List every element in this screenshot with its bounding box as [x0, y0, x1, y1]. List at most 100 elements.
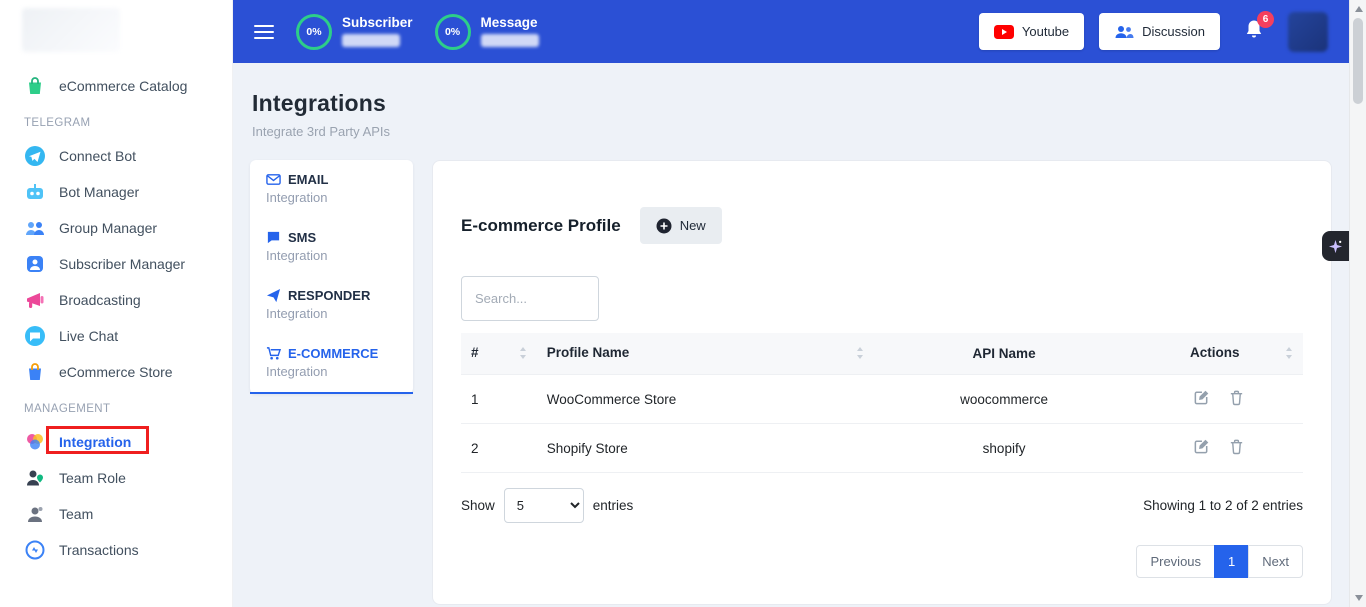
row-number: 1 — [461, 375, 537, 424]
tab-ecommerce-integration[interactable]: E-COMMERCE Integration — [250, 334, 413, 394]
page-subtitle: Integrate 3rd Party APIs — [252, 124, 1332, 139]
column-header-profile-name[interactable]: Profile Name — [537, 333, 874, 375]
discussion-button-label: Discussion — [1142, 24, 1205, 39]
sidebar-item-integration[interactable]: Integration — [0, 424, 232, 460]
megaphone-icon — [24, 289, 46, 311]
telegram-icon — [24, 145, 46, 167]
tab-subtitle: Integration — [266, 248, 397, 263]
tab-subtitle: Integration — [266, 190, 397, 205]
discussion-button[interactable]: Discussion — [1099, 13, 1220, 50]
robot-icon — [24, 181, 46, 203]
sidebar-item-label: Bot Manager — [59, 181, 139, 203]
team-role-icon — [24, 467, 46, 489]
message-stat: 0% Message — [435, 14, 539, 50]
page-size-select[interactable]: 5 — [504, 488, 584, 523]
pagination-page-1-button[interactable]: 1 — [1214, 545, 1249, 578]
sidebar: eCommerce Catalog TELEGRAM Connect Bot B… — [0, 0, 233, 607]
search-input[interactable] — [461, 276, 599, 321]
panel-title: E-commerce Profile — [461, 216, 621, 236]
pagination: Previous 1 Next — [461, 545, 1303, 578]
column-header-actions[interactable]: Actions — [1135, 333, 1303, 375]
message-progress-ring: 0% — [435, 14, 471, 50]
transactions-icon — [24, 539, 46, 561]
sidebar-item-label: Connect Bot — [59, 145, 136, 167]
sidebar-item-transactions[interactable]: Transactions — [0, 532, 232, 568]
message-stat-label: Message — [481, 16, 539, 29]
group-icon — [24, 217, 46, 239]
api-name-cell: woocommerce — [874, 375, 1135, 424]
edit-button[interactable] — [1186, 438, 1217, 458]
sidebar-item-broadcasting[interactable]: Broadcasting — [0, 282, 232, 318]
column-header-num[interactable]: # — [461, 333, 537, 375]
scroll-up-arrow-icon[interactable] — [1355, 6, 1363, 12]
delete-button[interactable] — [1221, 438, 1252, 458]
profile-name-cell: Shopify Store — [537, 424, 874, 473]
sort-icon — [519, 347, 527, 362]
assistant-widget-button[interactable] — [1322, 231, 1349, 261]
shopping-bag-icon — [24, 75, 46, 97]
sidebar-item-ecommerce-store[interactable]: eCommerce Store — [0, 354, 232, 390]
cart-icon — [266, 346, 281, 361]
row-number: 2 — [461, 424, 537, 473]
app-logo — [22, 8, 120, 52]
sidebar-item-label: eCommerce Catalog — [59, 75, 187, 97]
notifications-bell-icon[interactable]: 6 — [1243, 18, 1265, 45]
email-icon — [266, 172, 281, 187]
delete-button[interactable] — [1221, 389, 1252, 409]
sidebar-item-group-manager[interactable]: Group Manager — [0, 210, 232, 246]
discussion-people-icon — [1114, 24, 1134, 40]
sidebar-item-connect-bot[interactable]: Connect Bot — [0, 138, 232, 174]
sidebar-item-subscriber-manager[interactable]: Subscriber Manager — [0, 246, 232, 282]
table-row: 1 WooCommerce Store woocommerce — [461, 375, 1303, 424]
column-header-api-name[interactable]: API Name — [874, 333, 1135, 375]
sidebar-item-label: eCommerce Store — [59, 361, 173, 383]
main-content: Integrations Integrate 3rd Party APIs EM… — [233, 63, 1349, 607]
table-row: 2 Shopify Store shopify — [461, 424, 1303, 473]
show-label: Show — [461, 498, 495, 513]
tab-sms-integration[interactable]: SMS Integration — [250, 218, 413, 276]
subscriber-stat-label: Subscriber — [342, 16, 413, 29]
tab-subtitle: Integration — [266, 364, 397, 379]
table-header-row: # Profile Name API Name Actions — [461, 333, 1303, 375]
send-icon — [266, 288, 281, 303]
user-avatar[interactable] — [1288, 12, 1328, 52]
scroll-down-arrow-icon[interactable] — [1355, 595, 1363, 601]
youtube-button[interactable]: Youtube — [979, 13, 1084, 50]
sidebar-item-label: Broadcasting — [59, 289, 141, 311]
sort-icon — [856, 347, 864, 362]
pagination-next-button[interactable]: Next — [1248, 545, 1303, 578]
tab-responder-integration[interactable]: RESPONDER Integration — [250, 276, 413, 334]
youtube-icon — [994, 25, 1014, 39]
subscriber-icon — [24, 253, 46, 275]
sidebar-section-telegram: TELEGRAM — [0, 104, 232, 138]
sidebar-item-team-role[interactable]: Team Role — [0, 460, 232, 496]
edit-button[interactable] — [1186, 389, 1217, 409]
plus-circle-icon — [656, 218, 672, 234]
sparkle-icon — [1328, 239, 1343, 254]
tab-email-integration[interactable]: EMAIL Integration — [250, 160, 413, 218]
sidebar-item-label: Team Role — [59, 467, 126, 489]
message-stat-value-blurred — [481, 34, 539, 47]
notification-count-badge: 6 — [1257, 11, 1274, 28]
sidebar-item-bot-manager[interactable]: Bot Manager — [0, 174, 232, 210]
hamburger-menu-icon[interactable] — [254, 25, 274, 39]
api-name-cell: shopify — [874, 424, 1135, 473]
sidebar-item-label: Team — [59, 503, 93, 525]
sidebar-item-team[interactable]: Team — [0, 496, 232, 532]
store-bag-icon — [24, 361, 46, 383]
pagination-previous-button[interactable]: Previous — [1136, 545, 1215, 578]
vertical-scrollbar[interactable] — [1349, 0, 1366, 607]
sidebar-item-live-chat[interactable]: Live Chat — [0, 318, 232, 354]
tab-title: EMAIL — [288, 172, 328, 187]
new-profile-button[interactable]: New — [640, 207, 722, 244]
sidebar-item-ecommerce-catalog[interactable]: eCommerce Catalog — [0, 68, 232, 104]
scrollbar-thumb[interactable] — [1353, 18, 1363, 104]
profile-name-cell: WooCommerce Store — [537, 375, 874, 424]
integration-icon — [24, 431, 46, 453]
tab-title: E-COMMERCE — [288, 346, 378, 361]
ecommerce-profile-panel: E-commerce Profile New # — [432, 160, 1332, 605]
new-button-label: New — [680, 218, 706, 233]
showing-entries-text: Showing 1 to 2 of 2 entries — [1143, 498, 1303, 513]
top-header: 0% Subscriber 0% Message Youtube Discuss… — [233, 0, 1349, 63]
youtube-button-label: Youtube — [1022, 24, 1069, 39]
